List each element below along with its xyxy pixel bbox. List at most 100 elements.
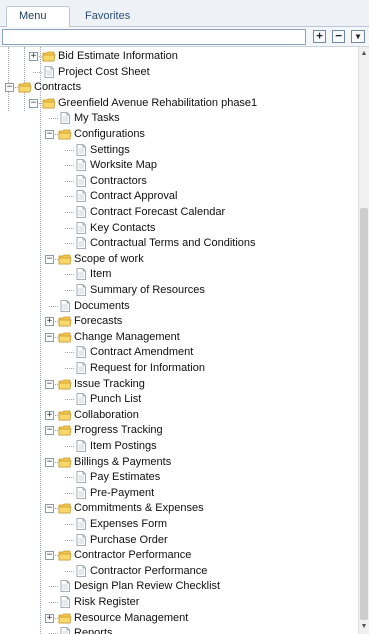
tree-item-issue-tracking[interactable]: − Issue Tracking bbox=[0, 377, 358, 393]
tree-item-expenses-form[interactable]: Expenses Form bbox=[0, 517, 358, 533]
collapse-icon[interactable]: − bbox=[45, 426, 54, 436]
tree-item-label: Project Cost Sheet bbox=[58, 65, 150, 78]
tree-item-label: Documents bbox=[74, 299, 130, 312]
tree-item-label: Item bbox=[90, 268, 112, 281]
tab-favorites[interactable]: Favorites bbox=[72, 6, 142, 27]
tree-item-punch-list[interactable]: Punch List bbox=[0, 392, 358, 408]
scroll-thumb[interactable] bbox=[360, 208, 368, 620]
tree-item-change-management[interactable]: − Change Management bbox=[0, 330, 358, 346]
tree-item-label: Greenfield Avenue Rehabilitation phase1 bbox=[58, 96, 258, 109]
tree-item-contract-forecast-calendar[interactable]: Contract Forecast Calendar bbox=[0, 205, 358, 221]
chevron-down-icon[interactable]: ▼ bbox=[351, 30, 365, 43]
document-icon bbox=[74, 361, 88, 375]
tree-connector bbox=[65, 196, 74, 198]
vertical-scrollbar[interactable]: ▲ ▼ bbox=[358, 47, 369, 634]
tree-item-contract-amendment[interactable]: Contract Amendment bbox=[0, 345, 358, 361]
tree-item-label: Configurations bbox=[74, 128, 145, 140]
tree-item-request-for-information[interactable]: Request for Information bbox=[0, 361, 358, 377]
tree-connector bbox=[65, 399, 74, 401]
document-icon bbox=[74, 283, 88, 297]
tree-item-contractors[interactable]: Contractors bbox=[0, 174, 358, 190]
collapse-all-icon[interactable]: − bbox=[332, 30, 345, 43]
tree-item-item-postings[interactable]: Item Postings bbox=[0, 439, 358, 455]
tree-item-documents[interactable]: Documents bbox=[0, 299, 358, 315]
tree-item-design-plan-review-checklist[interactable]: Design Plan Review Checklist bbox=[0, 579, 358, 595]
folder-icon bbox=[58, 611, 72, 625]
tree-item-billings-and-payments[interactable]: − Billings & Payments bbox=[0, 455, 358, 471]
tree-item-contractor-performance[interactable]: − Contractor Performance bbox=[0, 548, 358, 564]
tree-item-summary-of-resources[interactable]: Summary of Resources bbox=[0, 283, 358, 299]
tree-item-purchase-order[interactable]: Purchase Order bbox=[0, 533, 358, 549]
tree-item-label: Purchase Order bbox=[90, 533, 168, 546]
tree-item-worksite-map[interactable]: Worksite Map bbox=[0, 158, 358, 174]
search-row: + − ▼ bbox=[0, 27, 369, 47]
tree-connector bbox=[65, 290, 74, 291]
tree-item-label: Item Postings bbox=[90, 440, 157, 452]
tree-item-configurations[interactable]: − Configurations bbox=[0, 127, 358, 143]
tree-item-label: Progress Tracking bbox=[74, 424, 163, 437]
tree-item-label: Scope of work bbox=[74, 252, 144, 265]
tree-item-label: Contract Approval bbox=[90, 190, 178, 203]
tree-item-pay-estimates[interactable]: Pay Estimates bbox=[0, 470, 358, 486]
tree-item-contracts[interactable]: − Contracts bbox=[0, 80, 358, 96]
collapse-icon[interactable]: − bbox=[45, 379, 54, 389]
collapse-icon[interactable]: − bbox=[29, 98, 38, 108]
expand-icon[interactable]: + bbox=[45, 410, 54, 420]
tree-item-label: Expenses Form bbox=[90, 518, 168, 530]
folder-icon bbox=[58, 501, 72, 515]
folder-icon bbox=[58, 408, 72, 422]
document-icon bbox=[74, 564, 88, 578]
tree-item-settings[interactable]: Settings bbox=[0, 143, 358, 159]
tree-item-reports[interactable]: Reports bbox=[0, 626, 358, 634]
tree-connector bbox=[65, 227, 74, 229]
collapse-icon[interactable]: − bbox=[5, 83, 14, 93]
document-icon bbox=[74, 143, 88, 157]
collapse-icon[interactable]: − bbox=[45, 551, 54, 561]
expand-icon[interactable]: + bbox=[45, 317, 54, 327]
tree-item-progress-tracking[interactable]: − Progress Tracking bbox=[0, 423, 358, 439]
expand-icon[interactable]: + bbox=[45, 613, 54, 623]
tree-connector bbox=[65, 477, 74, 479]
collapse-icon[interactable]: − bbox=[45, 130, 54, 139]
tree-item-pre-payment[interactable]: Pre-Payment bbox=[0, 486, 358, 502]
tree-connector bbox=[65, 352, 74, 354]
tree-item-risk-register[interactable]: Risk Register bbox=[0, 595, 358, 611]
tree-item-label: Design Plan Review Checklist bbox=[74, 580, 221, 593]
scroll-up-icon[interactable]: ▲ bbox=[359, 49, 369, 59]
tree-item-label: Contract Forecast Calendar bbox=[90, 206, 226, 218]
tree-item-label: Commitments & Expenses bbox=[74, 502, 204, 515]
tree-item-commitments-and-expenses[interactable]: − Commitments & Expenses bbox=[0, 501, 358, 517]
tree-item-contract-approval[interactable]: Contract Approval bbox=[0, 189, 358, 205]
tree-item-greenfield-avenue-rehabilitation-phase1[interactable]: − Greenfield Avenue Rehabilitation phase1 bbox=[0, 96, 358, 112]
tree-item-scope-of-work[interactable]: − Scope of work bbox=[0, 252, 358, 268]
tree-item-contractual-terms-and-conditions[interactable]: Contractual Terms and Conditions bbox=[0, 236, 358, 252]
search-input[interactable] bbox=[2, 29, 306, 45]
tree-item-label: Summary of Resources bbox=[90, 284, 205, 296]
document-icon bbox=[74, 486, 88, 500]
tree-item-label: Pre-Payment bbox=[90, 486, 155, 499]
tree-item-label: Pay Estimates bbox=[90, 471, 161, 484]
tree-item-collaboration[interactable]: + Collaboration bbox=[0, 408, 358, 424]
scroll-down-icon[interactable]: ▼ bbox=[359, 622, 369, 632]
tree-item-contractor-performance[interactable]: Contractor Performance bbox=[0, 564, 358, 580]
tree-item-my-tasks[interactable]: My Tasks bbox=[0, 111, 358, 127]
collapse-icon[interactable]: − bbox=[45, 254, 54, 264]
tree-item-resource-management[interactable]: + Resource Management bbox=[0, 611, 358, 627]
tree-connector bbox=[33, 71, 42, 73]
tree-connector bbox=[65, 524, 74, 525]
folder-icon bbox=[42, 49, 56, 63]
tree-item-item[interactable]: Item bbox=[0, 267, 358, 283]
tree-item-project-cost-sheet[interactable]: Project Cost Sheet bbox=[0, 65, 358, 81]
collapse-icon[interactable]: − bbox=[45, 332, 54, 342]
document-icon bbox=[42, 65, 56, 79]
tree-item-forecasts[interactable]: + Forecasts bbox=[0, 314, 358, 330]
collapse-icon[interactable]: − bbox=[45, 504, 54, 514]
expand-icon[interactable]: + bbox=[29, 52, 38, 61]
tab-menu[interactable]: Menu bbox=[6, 6, 70, 28]
tree-item-bid-estimate-information[interactable]: + Bid Estimate Information bbox=[0, 49, 358, 65]
tree-connector bbox=[65, 212, 74, 213]
collapse-icon[interactable]: − bbox=[45, 457, 54, 467]
tree-item-key-contacts[interactable]: Key Contacts bbox=[0, 221, 358, 237]
tree-connector bbox=[65, 539, 74, 541]
expand-all-icon[interactable]: + bbox=[313, 30, 326, 43]
